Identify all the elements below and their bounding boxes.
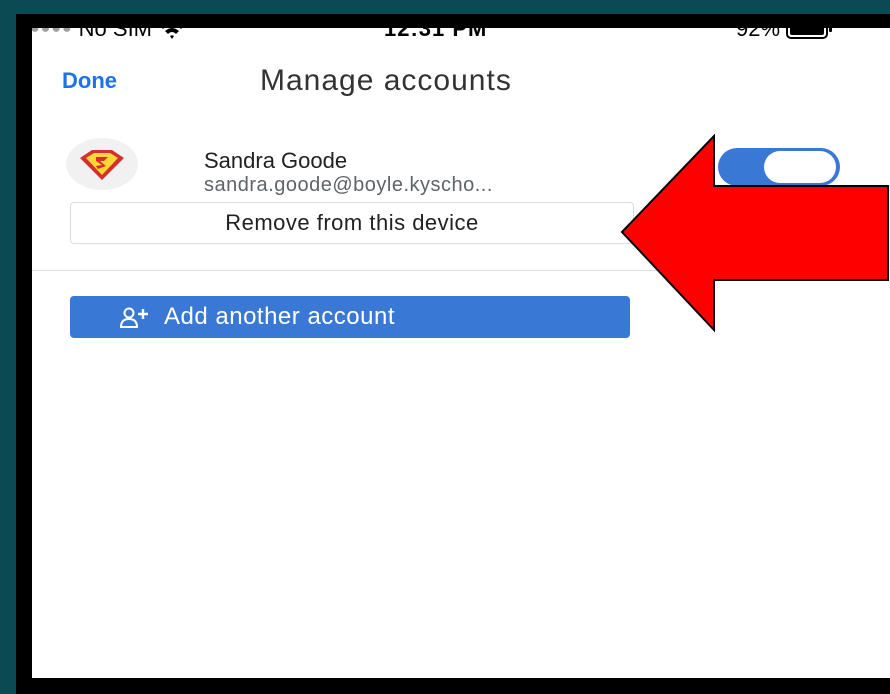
status-time: 12:31 PM	[384, 16, 488, 41]
battery-icon	[786, 19, 833, 39]
status-left: ●●●● No SIM	[30, 16, 186, 42]
phone-screen: ●●●● No SIM 12:31 PM 92% Done Manage acc…	[16, 14, 890, 694]
nav-bar: Done Manage accounts	[16, 50, 890, 110]
account-name: Sandra Goode	[204, 148, 348, 173]
avatar	[66, 138, 138, 190]
add-person-icon	[120, 307, 148, 328]
remove-from-device-button[interactable]: Remove from this device	[70, 202, 634, 244]
carrier-label: No SIM	[78, 16, 153, 41]
add-account-label: Add another account	[164, 303, 395, 330]
page-title: Manage accounts	[260, 64, 512, 97]
red-arrow-annotation-icon	[620, 134, 889, 333]
add-account-button[interactable]: Add another account	[70, 296, 630, 338]
status-right: 92%	[736, 16, 834, 42]
account-email: sandra.goode@boyle.kyscho...	[204, 174, 493, 196]
wifi-icon	[160, 21, 185, 39]
done-button[interactable]: Done	[62, 68, 117, 94]
status-bar: ●●●● No SIM 12:31 PM 92%	[16, 14, 890, 44]
signal-dots-icon: ●●●●	[30, 20, 73, 37]
superman-logo-icon	[80, 150, 124, 180]
screen-frame	[16, 14, 890, 694]
battery-percent: 92%	[736, 16, 781, 41]
